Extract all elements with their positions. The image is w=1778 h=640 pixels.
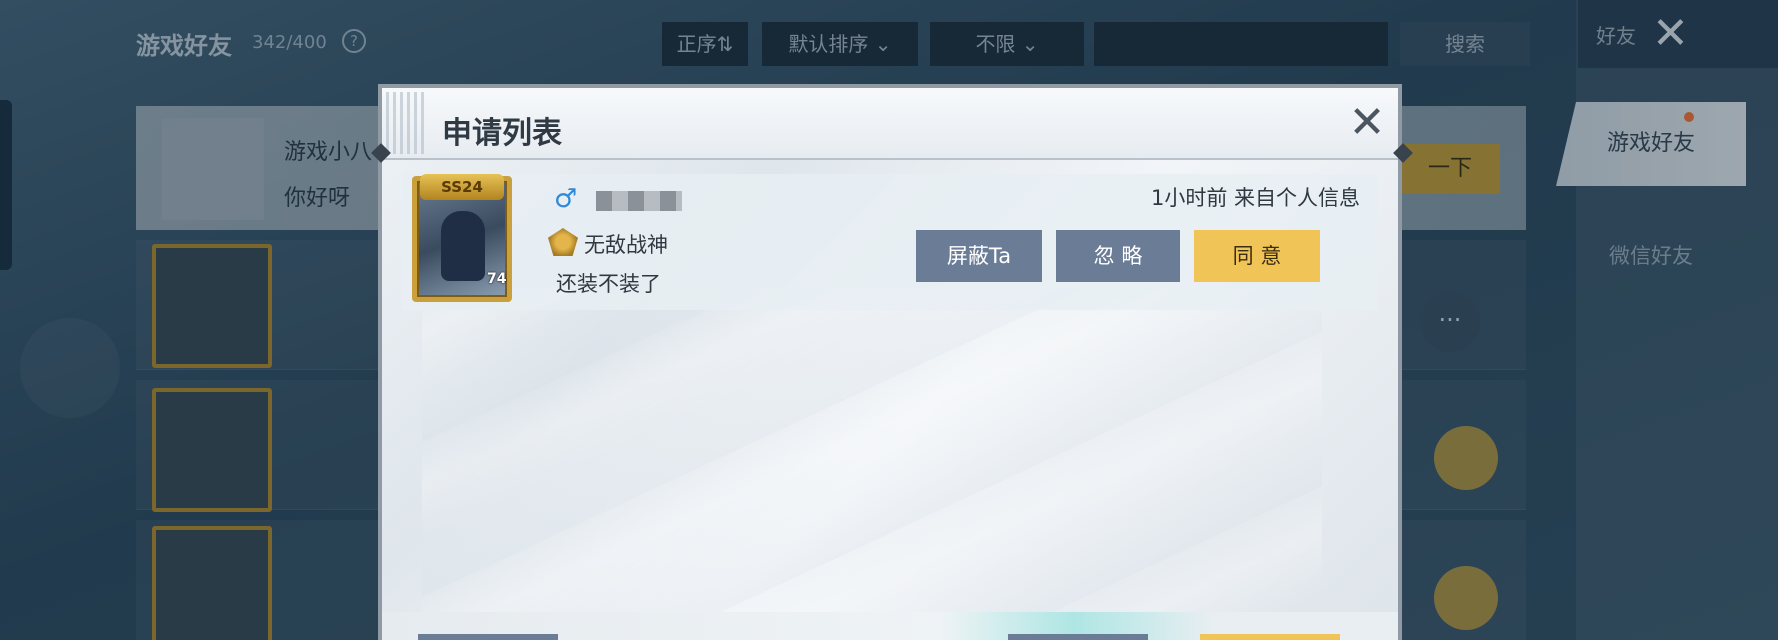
footer-button-left[interactable] — [418, 634, 558, 640]
season-badge: SS24 — [420, 174, 504, 200]
footer-button-right[interactable] — [1200, 634, 1340, 640]
application-list-dialog: 申请列表 ✕ 74 SS24 ♂ 无敌战神 还装不装了 1小时前 来自个人信息 … — [378, 84, 1402, 640]
username-redacted — [596, 191, 682, 211]
close-icon[interactable]: ✕ — [1342, 98, 1392, 148]
block-button[interactable]: 屏蔽Ta — [916, 230, 1042, 282]
agree-button[interactable]: 同 意 — [1194, 230, 1320, 282]
male-gender-icon: ♂ — [554, 184, 578, 214]
header-stripes — [386, 92, 426, 154]
request-time-source: 1小时前 来自个人信息 — [1150, 186, 1360, 210]
avatar-level: 74 — [487, 271, 507, 287]
avatar-figure — [441, 211, 485, 281]
dialog-title: 申请列表 — [442, 116, 562, 151]
footer-button-middle[interactable] — [1008, 634, 1148, 640]
request-message: 还装不装了 — [556, 272, 661, 296]
player-title: 无敌战神 — [584, 233, 668, 257]
dialog-header: 申请列表 ✕ — [382, 88, 1398, 160]
dialog-background-texture — [422, 288, 1322, 640]
ignore-button[interactable]: 忽 略 — [1056, 230, 1180, 282]
